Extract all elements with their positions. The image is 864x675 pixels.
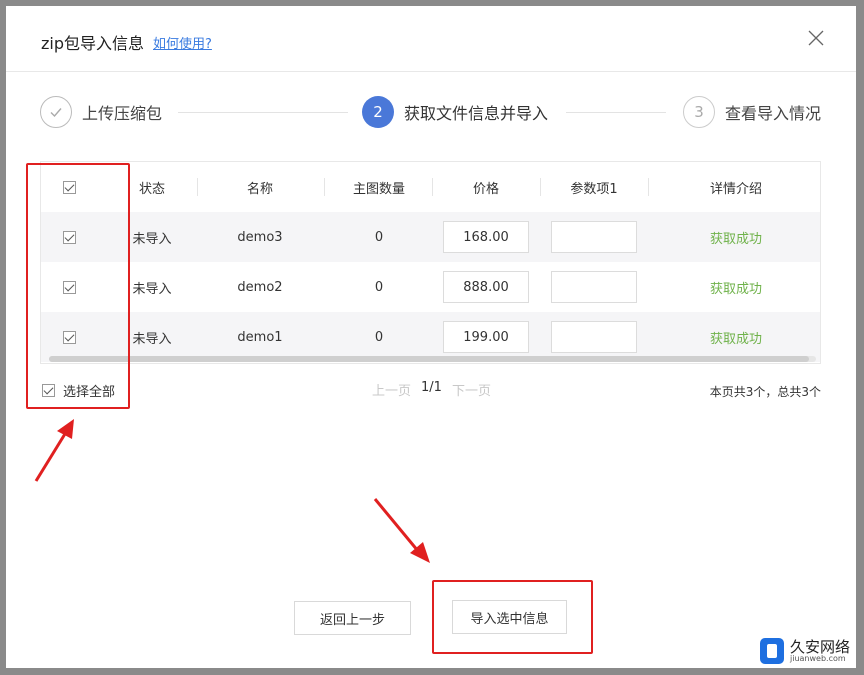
step-label: 获取文件信息并导入 (404, 104, 549, 123)
table-row: 未导入 demo2 0 获取成功 (41, 262, 820, 312)
cell-detail-status: 获取成功 (709, 281, 762, 297)
step-label: 上传压缩包 (82, 104, 163, 123)
prev-page-link[interactable]: 上一页 (372, 380, 411, 399)
table-row: 未导入 demo1 0 获取成功 (41, 312, 820, 362)
back-button[interactable]: 返回上一步 (294, 601, 411, 635)
horizontal-scrollbar[interactable] (49, 356, 816, 362)
step-number: 3 (683, 96, 715, 128)
col-param1: 参数项1 (570, 181, 618, 197)
param1-input[interactable] (551, 321, 637, 353)
cell-name: demo2 (237, 279, 283, 295)
close-icon[interactable] (806, 28, 826, 48)
table-header: 状态 名称 主图数量 价格 参数项1 详情介绍 (41, 162, 820, 212)
scrollbar-thumb[interactable] (49, 356, 809, 362)
cell-image-count: 0 (374, 279, 384, 295)
row-checkbox[interactable] (62, 330, 76, 344)
col-price: 价格 (472, 181, 499, 197)
select-all-control[interactable]: 选择全部 (42, 381, 115, 400)
next-page-link[interactable]: 下一页 (452, 380, 491, 399)
cell-detail-status: 获取成功 (709, 331, 762, 347)
step-connector (566, 112, 666, 113)
page-count-info: 本页共3个，总共3个 (709, 385, 821, 399)
pagination: 上一页 1/1 下一页 (372, 380, 491, 399)
cell-detail-status: 获取成功 (709, 231, 762, 247)
row-checkbox[interactable] (62, 230, 76, 244)
step-view: 3 查看导入情况 (683, 94, 821, 130)
dialog-title: zip包导入信息 (41, 34, 145, 53)
cell-status: 未导入 (132, 231, 172, 247)
import-selected-button[interactable]: 导入选中信息 (452, 600, 567, 634)
zip-import-dialog: zip包导入信息 如何使用? 上传压缩包 2 获取文件信息并导入 3 查看导入情… (6, 6, 856, 668)
cell-image-count: 0 (374, 229, 384, 245)
cell-status: 未导入 (132, 281, 172, 297)
dialog-header: zip包导入信息 如何使用? (6, 6, 856, 72)
watermark-site: jiuanweb.com (790, 654, 846, 663)
table-row: 未导入 demo3 0 获取成功 (41, 212, 820, 262)
step-connector (178, 112, 348, 113)
step-upload: 上传压缩包 (40, 94, 162, 130)
col-status: 状态 (138, 181, 165, 197)
param1-input[interactable] (551, 221, 637, 253)
select-all-label: 选择全部 (63, 385, 116, 400)
select-all-header-checkbox[interactable] (62, 180, 76, 194)
col-detail: 详情介绍 (709, 181, 762, 197)
step-number: 2 (362, 96, 394, 128)
cell-image-count: 0 (374, 329, 384, 345)
cell-status: 未导入 (132, 331, 172, 347)
price-input[interactable] (443, 271, 529, 303)
row-checkbox[interactable] (62, 280, 76, 294)
price-input[interactable] (443, 221, 529, 253)
watermark: 久安网络 jiuanweb.com (760, 636, 860, 670)
check-icon (40, 96, 72, 128)
brand-logo-icon (760, 638, 784, 664)
file-info-table: 状态 名称 主图数量 价格 参数项1 详情介绍 未导入 demo3 0 获取成功… (40, 161, 821, 364)
col-image-count: 主图数量 (352, 181, 405, 197)
step-label: 查看导入情况 (725, 104, 822, 123)
help-link[interactable]: 如何使用? (153, 33, 212, 52)
col-name: 名称 (246, 181, 273, 197)
select-all-checkbox[interactable] (42, 384, 55, 397)
step-fetch: 2 获取文件信息并导入 (362, 94, 548, 130)
cell-name: demo3 (237, 229, 283, 245)
step-indicator: 上传压缩包 2 获取文件信息并导入 3 查看导入情况 (6, 94, 856, 134)
page-indicator: 1/1 (421, 380, 442, 395)
price-input[interactable] (443, 321, 529, 353)
cell-name: demo1 (237, 329, 283, 345)
param1-input[interactable] (551, 271, 637, 303)
